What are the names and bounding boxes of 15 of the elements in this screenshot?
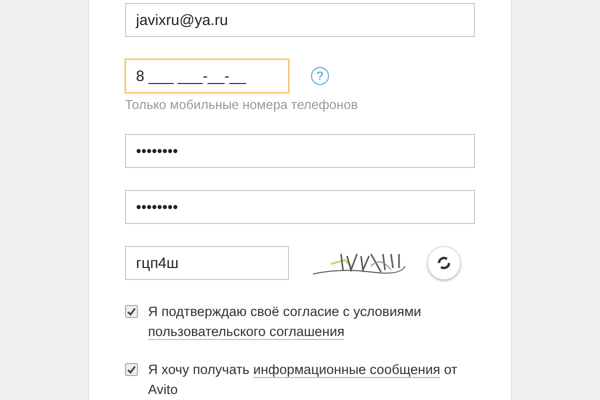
agreement-text: Я подтверждаю своё согласие с условиями пользовательского соглашения [148,303,422,342]
input-field[interactable]: •••••••• [125,134,475,168]
input-field[interactable]: javixru@ya.ru [125,3,475,37]
captcha-field[interactable]: гцп4ш [125,246,289,280]
checkbox[interactable] [125,305,138,318]
help-icon[interactable]: ? [311,67,329,85]
hint-text: Только мобильные номера телефонов [125,97,359,112]
refresh-button[interactable] [427,246,461,280]
agreement-link[interactable]: пользовательского соглашения [148,324,344,340]
phone-field[interactable]: 8 ___ ___-__-__ [125,59,289,93]
agreement-link[interactable]: информационные сообщения [253,362,440,378]
checkbox[interactable] [125,363,138,376]
agreement-text: Я хочу получать информационные сообщения от Avito [148,361,458,399]
refresh-icon [436,255,452,271]
input-field[interactable]: •••••••• [125,190,475,224]
